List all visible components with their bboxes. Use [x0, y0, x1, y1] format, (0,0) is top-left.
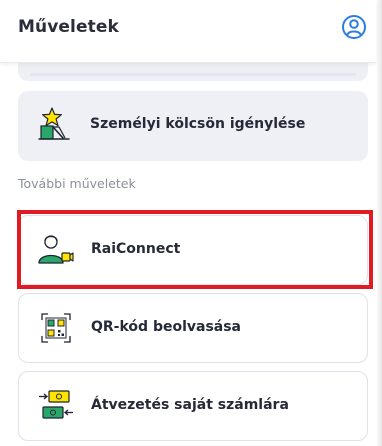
- qr-scan-card[interactable]: QR-kód beolvasása: [18, 293, 368, 363]
- personal-loan-card[interactable]: Személyi kölcsön igénylése: [18, 91, 368, 161]
- personal-loan-label: Személyi kölcsön igénylése: [90, 116, 306, 132]
- raiconnect-card[interactable]: RaiConnect: [18, 215, 368, 285]
- transfer-own-account-card[interactable]: Átvezetés saját számlára: [18, 371, 368, 441]
- qr-scan-icon: [38, 310, 74, 346]
- video-agent-icon: [38, 232, 74, 268]
- previous-card-partial: [18, 63, 368, 81]
- money-transfer-icon: [38, 388, 74, 424]
- user-circle-icon[interactable]: [341, 14, 367, 40]
- raiconnect-label: RaiConnect: [91, 241, 181, 257]
- loan-star-icon: [37, 107, 73, 143]
- transfer-own-account-label: Átvezetés saját számlára: [91, 397, 289, 413]
- panel-edge-shadow: [376, 0, 382, 446]
- page-title: Műveletek: [18, 17, 119, 37]
- qr-scan-label: QR-kód beolvasása: [91, 319, 242, 335]
- header-bar: Műveletek: [0, 0, 376, 63]
- section-title: További műveletek: [18, 176, 136, 191]
